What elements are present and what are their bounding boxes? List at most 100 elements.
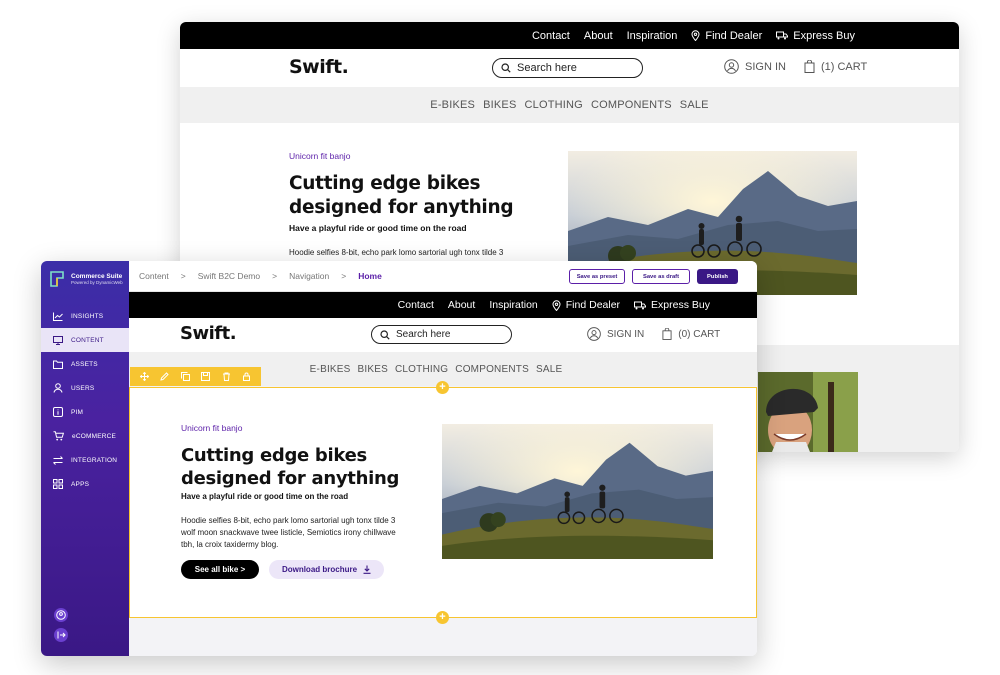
nav-item-pim[interactable]: PIM <box>41 400 129 424</box>
nav-label: eCOMMERCE <box>72 432 117 440</box>
nav-item-ecommerce[interactable]: eCOMMERCE <box>41 424 129 448</box>
hero-title-line1: Cutting edge bikes <box>289 173 481 194</box>
breadcrumb: Content > Swift B2C Demo > Navigation > … <box>129 261 757 292</box>
bag-icon <box>804 60 815 73</box>
top-link-about[interactable]: About <box>584 30 613 42</box>
lock-icon[interactable] <box>242 372 251 381</box>
category-sale[interactable]: SALE <box>536 364 562 375</box>
hero-title-line2: designed for anything <box>289 197 514 218</box>
find-dealer-label: Find Dealer <box>705 29 763 42</box>
hero-title: Cutting edge bikes designed for anything <box>181 444 399 490</box>
category-bikes[interactable]: BIKES <box>483 99 516 111</box>
nav-item-integration[interactable]: INTEGRATION <box>41 448 129 472</box>
selected-content-block[interactable]: Unicorn fit banjo Cutting edge bikes des… <box>129 387 757 618</box>
nav-item-insights[interactable]: INSIGHTS <box>41 304 129 328</box>
chart-icon <box>53 312 63 321</box>
category-components[interactable]: COMPONENTS <box>591 99 672 111</box>
find-dealer-label: Find Dealer <box>565 299 621 311</box>
category-ebikes[interactable]: E-BIKES <box>310 364 351 375</box>
breadcrumb-swift-demo[interactable]: Swift B2C Demo <box>198 271 260 281</box>
express-buy-label: Express Buy <box>793 29 855 42</box>
cms-brand[interactable]: Commerce Suite Powered by DynamicWeb <box>41 261 129 296</box>
express-buy-label: Express Buy <box>651 299 710 311</box>
nav-item-content[interactable]: CONTENT <box>41 328 129 352</box>
sign-in-label: SIGN IN <box>745 60 786 73</box>
cms-nav: INSIGHTS CONTENT ASSETS USERS PIM eCOMME… <box>41 304 129 496</box>
user-circle-icon <box>587 327 601 341</box>
search-input[interactable]: Search here <box>371 325 512 344</box>
express-buy-link[interactable]: Express Buy <box>634 299 710 311</box>
block-toolbar <box>130 367 261 386</box>
category-bikes[interactable]: BIKES <box>358 364 388 375</box>
top-link-about[interactable]: About <box>448 299 475 311</box>
move-icon[interactable] <box>139 372 149 381</box>
breadcrumb-navigation[interactable]: Navigation <box>289 271 329 281</box>
edit-icon[interactable] <box>160 372 169 381</box>
add-block-above-button[interactable]: + <box>436 381 449 394</box>
cms-sidebar: Commerce Suite Powered by DynamicWeb INS… <box>41 261 129 656</box>
cart-link[interactable]: (1) CART <box>804 60 867 73</box>
top-link-inspiration[interactable]: Inspiration <box>489 299 537 311</box>
collapse-icon <box>57 631 66 639</box>
nav-item-apps[interactable]: APPS <box>41 472 129 496</box>
download-brochure-button[interactable]: Download brochure <box>269 560 384 579</box>
profile-button[interactable] <box>54 608 68 622</box>
site-logo[interactable]: Swift. <box>180 323 237 344</box>
hero-title-line1: Cutting edge bikes <box>181 445 367 466</box>
hero-subheading: Have a playful ride or good time on the … <box>181 492 349 501</box>
express-buy-link[interactable]: Express Buy <box>776 30 855 42</box>
commerce-suite-logo-icon <box>50 271 64 287</box>
search-placeholder: Search here <box>396 329 451 340</box>
save-as-draft-button[interactable]: Save as draft <box>632 269 690 284</box>
hero-body: Hoodie selfies 8-bit, echo park lomo sar… <box>181 515 421 551</box>
hero-body: Hoodie selfies 8-bit, echo park lomo sar… <box>289 248 504 257</box>
sign-in-link[interactable]: SIGN IN <box>587 327 644 341</box>
save-as-preset-button[interactable]: Save as preset <box>569 269 625 284</box>
category-nav: E-BIKES BIKES CLOTHING COMPONENTS SALE <box>180 87 959 123</box>
map-pin-icon <box>552 299 561 311</box>
cart-link[interactable]: (0) CART <box>662 328 720 340</box>
hero-image <box>442 424 713 559</box>
search-input[interactable]: Search here <box>492 58 643 78</box>
nav-item-users[interactable]: USERS <box>41 376 129 400</box>
category-ebikes[interactable]: E-BIKES <box>430 99 475 111</box>
cart-icon <box>53 431 64 441</box>
see-all-bikes-button[interactable]: See all bike > <box>181 560 259 579</box>
rider-portrait-image <box>758 372 858 452</box>
nav-item-assets[interactable]: ASSETS <box>41 352 129 376</box>
category-clothing[interactable]: CLOTHING <box>395 364 448 375</box>
nav-label: INTEGRATION <box>71 456 118 464</box>
add-block-below-button[interactable]: + <box>436 611 449 624</box>
breadcrumb-content[interactable]: Content <box>139 271 169 281</box>
publish-button[interactable]: Publish <box>697 269 738 284</box>
hero-title-line2: designed for anything <box>181 468 400 489</box>
category-clothing[interactable]: CLOTHING <box>525 99 583 111</box>
top-link-contact[interactable]: Contact <box>398 299 434 311</box>
breadcrumb-separator: > <box>272 271 278 281</box>
breadcrumb-home[interactable]: Home <box>358 271 382 281</box>
hero-eyebrow: Unicorn fit banjo <box>181 423 243 433</box>
hero-body-line: Hoodie selfies 8-bit, echo park lomo sar… <box>181 516 396 525</box>
top-link-inspiration[interactable]: Inspiration <box>627 30 678 42</box>
nav-label: PIM <box>71 408 84 416</box>
search-icon <box>380 329 390 340</box>
user-icon <box>53 383 63 393</box>
copy-icon[interactable] <box>180 372 190 381</box>
delete-icon[interactable] <box>222 372 231 381</box>
nav-label: APPS <box>71 480 90 488</box>
brand-tagline: Powered by DynamicWeb <box>71 280 123 285</box>
find-dealer-link[interactable]: Find Dealer <box>691 30 762 42</box>
nav-label: USERS <box>71 384 95 392</box>
breadcrumb-separator: > <box>180 271 186 281</box>
find-dealer-link[interactable]: Find Dealer <box>552 299 620 311</box>
site-logo[interactable]: Swift. <box>289 56 349 78</box>
category-components[interactable]: COMPONENTS <box>455 364 529 375</box>
swap-icon <box>53 455 63 465</box>
truck-icon <box>634 301 647 309</box>
sign-in-link[interactable]: SIGN IN <box>724 59 786 74</box>
save-icon[interactable] <box>201 372 211 381</box>
truck-icon <box>776 31 789 40</box>
top-link-contact[interactable]: Contact <box>532 30 570 42</box>
collapse-sidebar-button[interactable] <box>54 628 68 642</box>
category-sale[interactable]: SALE <box>680 99 709 111</box>
